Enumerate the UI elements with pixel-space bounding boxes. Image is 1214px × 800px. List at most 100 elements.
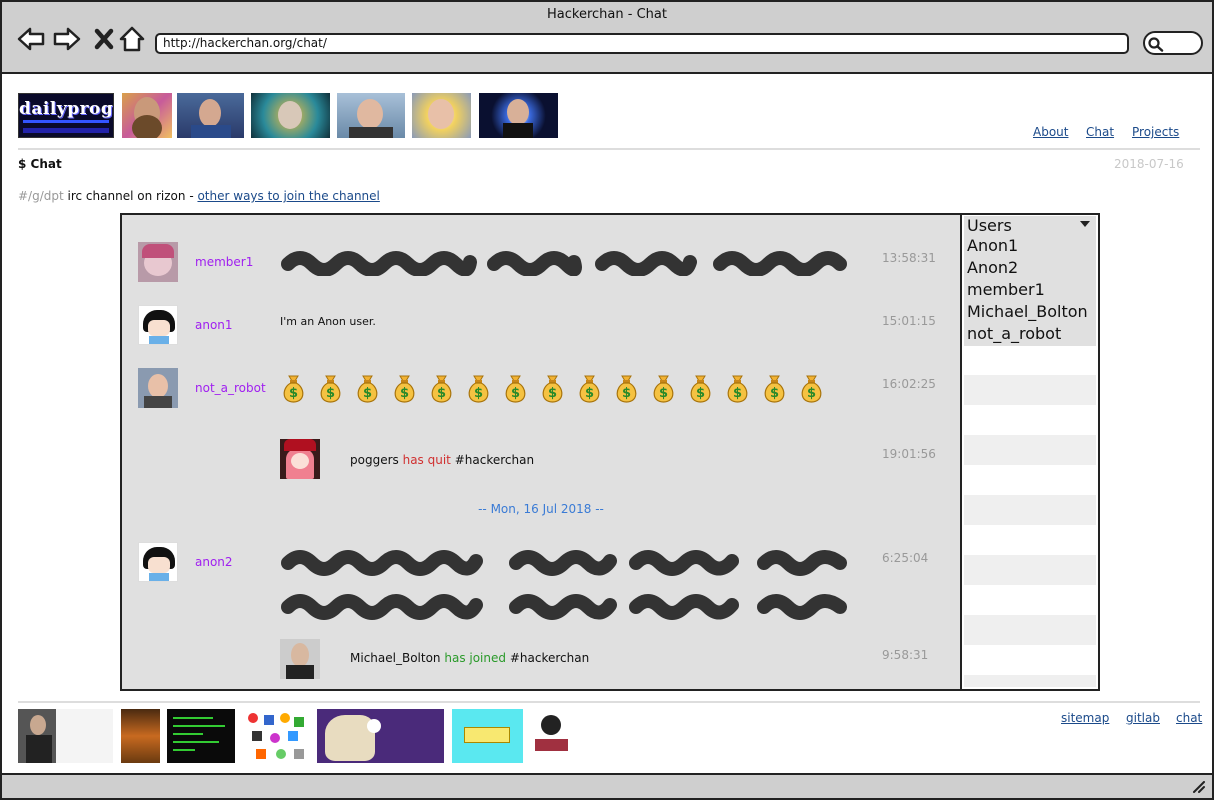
chevron-down-icon [1080, 221, 1090, 227]
svg-text:$: $ [696, 386, 705, 401]
event-channel: #hackerchan [454, 453, 535, 467]
svg-text:$: $ [289, 386, 298, 401]
divider [18, 148, 1200, 150]
footer-link-chat[interactable]: chat [1176, 711, 1202, 725]
scribbled-text [281, 550, 847, 620]
event-channel: #hackerchan [509, 651, 590, 665]
footer-link-sitemap[interactable]: sitemap [1061, 711, 1109, 725]
event-user[interactable]: Michael_Bolton [350, 651, 441, 665]
event-action: has joined [444, 651, 506, 665]
message-time: 13:58:31 [882, 251, 936, 265]
site-logo[interactable]: dailyprog [18, 93, 114, 138]
avatar [280, 439, 320, 479]
footer-image [452, 709, 523, 763]
svg-text:$: $ [400, 386, 409, 401]
status-bar [2, 773, 1212, 798]
user-item[interactable]: not_a_robot [964, 324, 1096, 346]
channel-info: #/g/dpt irc channel on rizon - other way… [18, 189, 380, 203]
nav-projects[interactable]: Projects [1132, 125, 1179, 139]
money-bag-icon: $ [616, 375, 637, 403]
message-time: 9:58:31 [882, 648, 929, 662]
money-bag-icon: $ [468, 375, 489, 403]
money-bag-icon: $ [727, 375, 748, 403]
resize-handle-icon[interactable] [1192, 781, 1206, 793]
window-title: Hackerchan - Chat [547, 7, 667, 22]
money-bag-icon: $ [690, 375, 711, 403]
user-item[interactable]: Michael_Bolton [964, 302, 1096, 324]
channel-name: #/g/dpt [18, 189, 64, 203]
header-image [479, 93, 558, 138]
svg-text:$: $ [511, 386, 520, 401]
footer-image [167, 709, 235, 763]
close-icon[interactable] [90, 24, 120, 54]
money-bag-icon: $ [579, 375, 600, 403]
browser-window: Hackerchan - Chat http://hackerchan.org/… [0, 0, 1214, 800]
svg-text:$: $ [585, 386, 594, 401]
chat-log[interactable]: member1 13:58:31 anon1 I'm an Anon user.… [120, 213, 962, 691]
page-date: 2018-07-16 [1114, 157, 1184, 171]
message-nick[interactable]: member1 [195, 255, 253, 269]
money-bag-icon: $ [653, 375, 674, 403]
date-divider: -- Mon, 16 Jul 2018 -- [478, 502, 604, 516]
svg-text:$: $ [622, 386, 631, 401]
avatar [280, 639, 320, 679]
footer-link-gitlab[interactable]: gitlab [1126, 711, 1160, 725]
scribbled-text [281, 251, 847, 276]
avatar [138, 542, 178, 582]
url-input[interactable]: http://hackerchan.org/chat/ [155, 33, 1129, 54]
money-bag-icon: $ [320, 375, 341, 403]
svg-text:$: $ [326, 386, 335, 401]
header-image [122, 93, 172, 138]
divider [18, 701, 1200, 703]
home-icon[interactable] [118, 24, 148, 54]
message-time: 6:25:04 [882, 551, 929, 565]
svg-text:$: $ [548, 386, 557, 401]
back-icon[interactable] [16, 24, 46, 54]
money-bag-icon: $ [542, 375, 563, 403]
svg-text:$: $ [770, 386, 779, 401]
svg-text:$: $ [363, 386, 372, 401]
event-action: has quit [402, 453, 451, 467]
user-item[interactable]: member1 [964, 280, 1096, 302]
message-time: 15:01:15 [882, 314, 936, 328]
join-channel-link[interactable]: other ways to join the channel [197, 189, 379, 203]
avatar [138, 242, 178, 282]
money-bag-icon: $ [764, 375, 785, 403]
user-item[interactable]: Anon1 [964, 236, 1096, 258]
channel-description: irc channel on rizon - [63, 189, 198, 203]
users-dropdown[interactable]: Users [964, 216, 1096, 236]
svg-text:$: $ [733, 386, 742, 401]
forward-icon[interactable] [52, 24, 82, 54]
money-bag-icon: $ [505, 375, 526, 403]
search-field[interactable] [1143, 31, 1203, 55]
users-header-label: Users [967, 216, 1012, 235]
footer-image [244, 709, 309, 763]
header-image [337, 93, 405, 138]
message-nick[interactable]: not_a_robot [195, 381, 266, 395]
message-time: 19:01:56 [882, 447, 936, 461]
header-image [251, 93, 330, 138]
message-time: 16:02:25 [882, 377, 936, 391]
user-item[interactable]: Anon2 [964, 258, 1096, 280]
event-user[interactable]: poggers [350, 453, 399, 467]
event-joined: Michael_Bolton has joined #hackerchan [350, 651, 589, 665]
money-bag-row: $ $ $ $ $ $ $ $ $ $ $ $ $ $ $ [280, 372, 825, 404]
nav-chat[interactable]: Chat [1086, 125, 1114, 139]
message-nick[interactable]: anon1 [195, 318, 233, 332]
money-bag-icon: $ [394, 375, 415, 403]
search-icon [1148, 37, 1164, 52]
event-quit: poggers has quit #hackerchan [350, 453, 534, 467]
money-bag-icon: $ [283, 375, 304, 403]
avatar [138, 305, 178, 345]
message-nick[interactable]: anon2 [195, 555, 233, 569]
page-title: $ Chat [18, 157, 62, 171]
browser-toolbar: Hackerchan - Chat http://hackerchan.org/… [2, 2, 1212, 74]
header-image [412, 93, 471, 138]
nav-about[interactable]: About [1033, 125, 1068, 139]
money-bag-icon: $ [431, 375, 452, 403]
footer-image [317, 709, 444, 763]
svg-text:$: $ [659, 386, 668, 401]
money-bag-icon: $ [357, 375, 378, 403]
footer-image [533, 709, 570, 763]
users-list: Users Anon1 Anon2 member1 Michael_Bolton… [960, 213, 1100, 691]
